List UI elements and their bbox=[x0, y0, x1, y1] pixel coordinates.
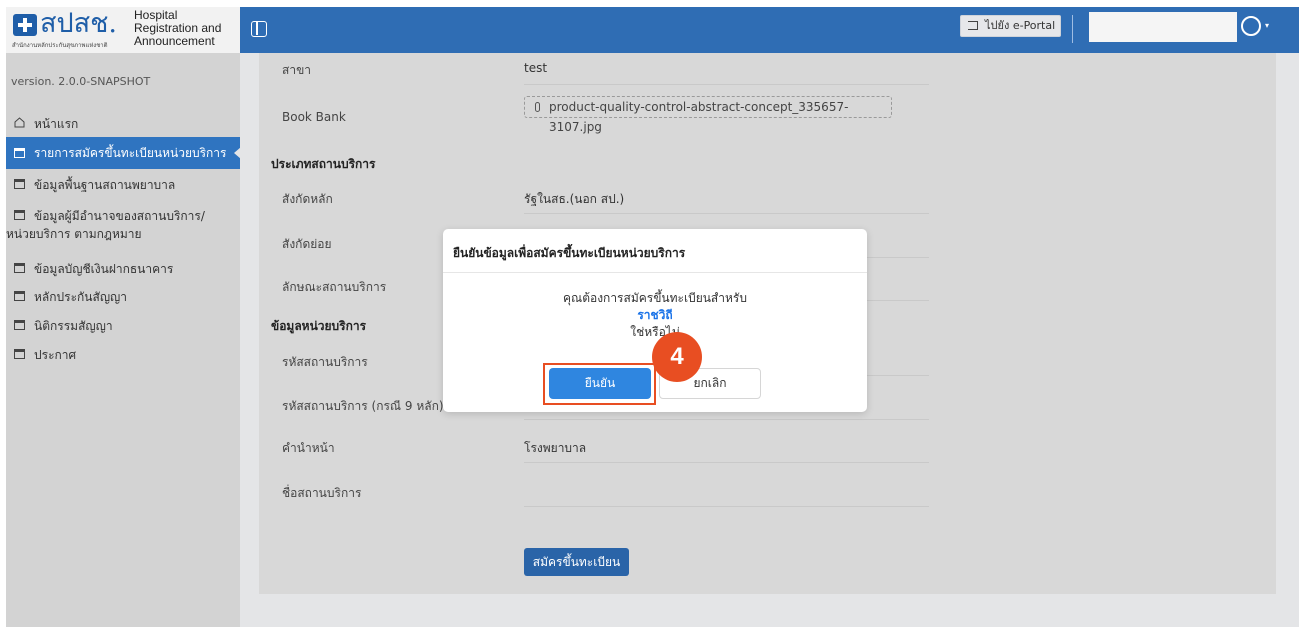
confirm-dialog: ยืนยันข้อมูลเพื่อสมัครขึ้นทะเบียนหน่วยบร… bbox=[443, 229, 867, 412]
step-number-badge: 4 bbox=[652, 332, 702, 382]
confirm-highlight-box bbox=[543, 363, 656, 405]
modal-overlay: ยืนยันข้อมูลเพื่อสมัครขึ้นทะเบียนหน่วยบร… bbox=[6, 7, 1299, 627]
app-window: สปสช. สำนักงานหลักประกันสุขภาพแห่งชาติ H… bbox=[6, 7, 1299, 627]
dialog-confirm-question: ใช่หรือไม่ bbox=[630, 325, 680, 339]
dialog-divider bbox=[443, 272, 867, 273]
dialog-title: ยืนยันข้อมูลเพื่อสมัครขึ้นทะเบียนหน่วยบร… bbox=[453, 246, 686, 260]
